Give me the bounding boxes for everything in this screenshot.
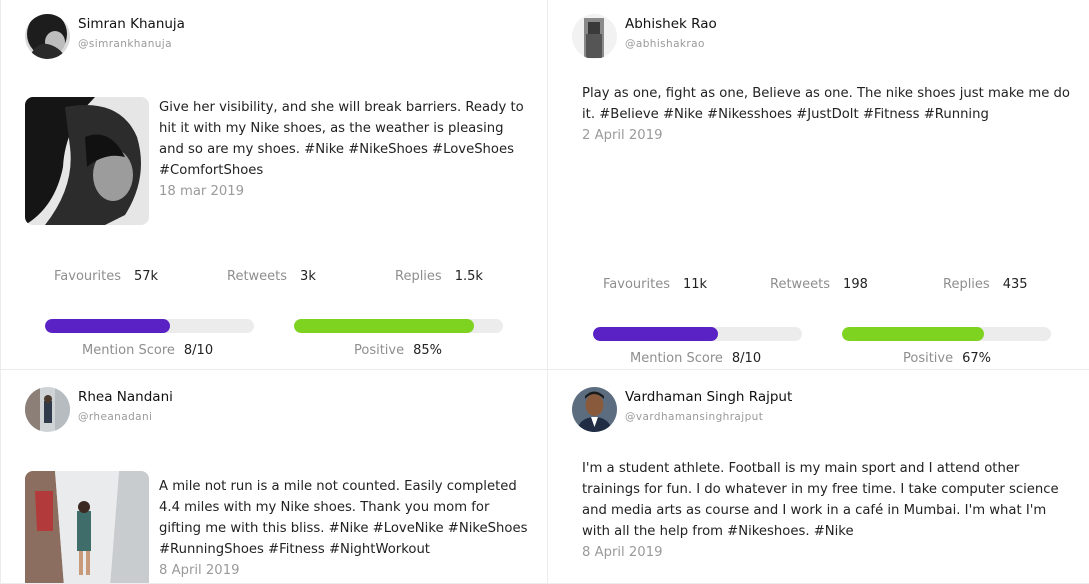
favourites-count: 57k — [133, 269, 159, 284]
user-handle[interactable]: @rheanadani — [78, 411, 152, 423]
retweets-label: Retweets — [227, 269, 288, 284]
mention-score-label: Mention Score — [82, 343, 175, 358]
mention-score-value: 8/10 — [183, 343, 214, 358]
mention-score-fill — [45, 319, 171, 333]
user-handle[interactable]: @vardhamansinghrajput — [625, 411, 763, 423]
post-date: 18 mar 2019 — [159, 184, 245, 199]
favourites-stat: Favourites 11k — [603, 277, 707, 292]
post-text: Give her visibility, and she will break … — [159, 100, 524, 178]
post-date: 8 April 2019 — [159, 563, 240, 578]
post-text-block: Give her visibility, and she will break … — [159, 97, 529, 202]
mention-score-caption: Mention Score 8/10 — [82, 343, 213, 358]
post-card: Simran Khanuja @simrankhanuja Give her v… — [0, 0, 548, 370]
replies-stat: Replies 435 — [943, 277, 1028, 292]
favourites-label: Favourites — [54, 269, 121, 284]
replies-label: Replies — [943, 277, 990, 292]
positive-fill — [842, 327, 985, 341]
retweets-stat: Retweets 3k — [227, 269, 316, 284]
mention-score-caption: Mention Score 8/10 — [630, 351, 761, 366]
avatar[interactable] — [572, 14, 617, 59]
favourites-stat: Favourites 57k — [54, 269, 158, 284]
user-handle[interactable]: @abhishakrao — [625, 38, 705, 50]
post-text-block: A mile not run is a mile not counted. Ea… — [159, 476, 529, 581]
post-date: 2 April 2019 — [582, 128, 663, 143]
mention-score-label: Mention Score — [630, 351, 723, 366]
avatar[interactable] — [25, 387, 70, 432]
replies-count: 435 — [1002, 277, 1028, 292]
post-text-block: I'm a student athlete. Football is my ma… — [582, 458, 1077, 563]
user-name[interactable]: Simran Khanuja — [78, 16, 185, 32]
retweets-count: 3k — [300, 269, 316, 284]
post-photo[interactable] — [25, 471, 149, 583]
user-name[interactable]: Rhea Nandani — [78, 389, 173, 405]
post-text: A mile not run is a mile not counted. Ea… — [159, 479, 528, 557]
retweets-count: 198 — [843, 277, 868, 292]
post-date: 8 April 2019 — [582, 545, 663, 560]
user-handle[interactable]: @simrankhanuja — [78, 38, 172, 50]
post-card: Vardhaman Singh Rajput @vardhamansinghra… — [547, 369, 1089, 584]
favourites-label: Favourites — [603, 277, 670, 292]
positive-value: 67% — [962, 351, 992, 366]
user-name[interactable]: Vardhaman Singh Rajput — [625, 389, 792, 405]
mention-score-bar — [593, 327, 802, 341]
positive-label: Positive — [903, 351, 954, 366]
post-text: Play as one, fight as one, Believe as on… — [582, 86, 1070, 122]
post-text: I'm a student athlete. Football is my ma… — [582, 461, 1059, 539]
post-card: Rhea Nandani @rheanadani A mile not run … — [0, 369, 548, 584]
retweets-label: Retweets — [770, 277, 831, 292]
avatar[interactable] — [25, 14, 70, 59]
mention-score-bar — [45, 319, 254, 333]
avatar[interactable] — [572, 387, 617, 432]
positive-caption: Positive 85% — [354, 343, 442, 358]
replies-count: 1.5k — [454, 269, 483, 284]
retweets-stat: Retweets 198 — [770, 277, 868, 292]
replies-stat: Replies 1.5k — [395, 269, 483, 284]
positive-fill — [294, 319, 474, 333]
positive-label: Positive — [354, 343, 405, 358]
user-name[interactable]: Abhishek Rao — [625, 16, 717, 32]
post-card: Abhishek Rao @abhishakrao Play as one, f… — [547, 0, 1089, 370]
mention-score-fill — [593, 327, 719, 341]
positive-caption: Positive 67% — [903, 351, 991, 366]
post-text-block: Play as one, fight as one, Believe as on… — [582, 83, 1072, 146]
mention-score-value: 8/10 — [731, 351, 762, 366]
replies-label: Replies — [395, 269, 442, 284]
positive-bar — [842, 327, 1051, 341]
positive-bar — [294, 319, 503, 333]
positive-value: 85% — [413, 343, 443, 358]
favourites-count: 11k — [682, 277, 708, 292]
post-photo[interactable] — [25, 97, 149, 225]
